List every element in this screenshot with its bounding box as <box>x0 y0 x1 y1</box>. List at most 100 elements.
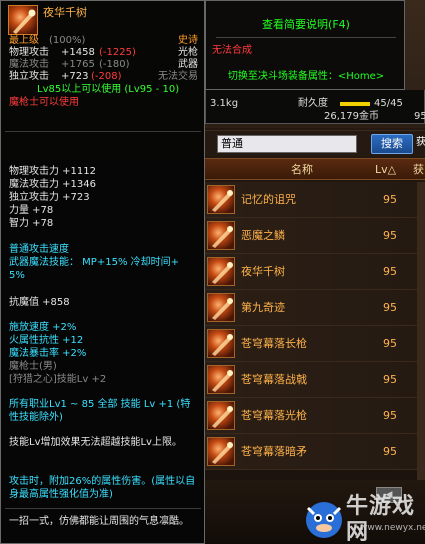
item-name: 苍穹幕落战戟 <box>241 373 307 386</box>
list-item[interactable]: 第九奇迹 95 <box>205 290 425 326</box>
durability-fill <box>340 102 370 106</box>
item-name: 苍穹幕落长枪 <box>241 337 307 350</box>
stat-line: 独立攻击力 +723 <box>9 192 90 203</box>
flavor-text: 一招一式，仿佛都能让周围的气息凛酷。 <box>9 516 189 527</box>
base-stat-label: 物理攻击 <box>9 47 49 58</box>
item-level: 95 <box>383 337 397 350</box>
tooltip-divider <box>5 508 201 509</box>
base-stat-value: +723 <box>61 71 89 82</box>
base-stat-label: 独立攻击 <box>9 71 49 82</box>
stat-line: 魔法攻击力 +1346 <box>9 179 97 190</box>
cow-logo-icon <box>306 502 342 538</box>
item-level: 95 <box>383 229 397 242</box>
list-item[interactable]: 苍穹幕落长枪 95 <box>205 326 425 362</box>
trade-status: 无法交易 <box>158 71 198 82</box>
column-name[interactable]: 名称 <box>291 164 313 176</box>
base-stat-delta: (-180) <box>99 59 130 70</box>
weapon-icon <box>207 365 235 394</box>
search-row: 普通 搜索 获 <box>205 130 425 156</box>
weapon-icon <box>207 293 235 322</box>
base-stat-delta: (-1225) <box>99 47 136 58</box>
item-level: 95 <box>383 193 397 206</box>
search-extra-label: 获 <box>416 137 425 148</box>
item-grade-pct: (100%) <box>49 35 86 46</box>
item-name: 恶魔之鳞 <box>241 229 285 242</box>
list-item[interactable]: 记忆的诅咒 95 <box>205 182 425 218</box>
item-rarity: 史诗 <box>178 35 198 46</box>
item-level: 95 <box>383 301 397 314</box>
durability-bar <box>340 102 370 106</box>
durability-value: 45/45 <box>374 98 403 109</box>
stat-line: 智力 +78 <box>9 218 54 229</box>
base-stat-label: 魔法攻击 <box>9 59 49 70</box>
info-panel: 查看简要说明(F4) 无法合成 切换至决斗场装备属性：<Home> 3.1kg … <box>205 0 425 124</box>
item-level: 95 <box>383 265 397 278</box>
item-name: 夜华千树 <box>241 265 285 278</box>
list-scrollbar[interactable] <box>417 182 425 482</box>
stat-line: 物理攻击力 +1112 <box>9 166 97 177</box>
attack-speed: 普通攻击速度 <box>9 244 69 255</box>
weapon-icon <box>207 185 235 214</box>
list-item[interactable]: 苍穹幕落暗矛 95 <box>205 434 425 470</box>
item-effect: 攻击时，附加26%的属性伤害。(属性以自身最高属性强化值为准) <box>9 476 196 500</box>
base-stat-delta: (-208) <box>91 71 122 82</box>
base-stat-value: +1765 <box>61 59 95 70</box>
stat-line: 力量 +78 <box>9 205 54 216</box>
all-skill-bonus: 所有职业Lv1 ~ 85 全部 技能 Lv +1 (特性技能除外) <box>9 399 191 423</box>
item-level: 95 <box>383 409 397 422</box>
switch-hint: 切换至决斗场装备属性：<Home> <box>227 71 385 82</box>
search-input[interactable]: 普通 <box>217 135 357 153</box>
item-category: 武器 <box>178 59 198 70</box>
tooltip-divider <box>5 131 201 132</box>
price-value: 26,179金币 <box>324 111 379 122</box>
watermark-text: 牛游戏网 <box>346 494 416 544</box>
list-item[interactable]: 苍穹幕落光枪 95 <box>205 398 425 434</box>
list-item[interactable]: 恶魔之鳞 95 <box>205 218 425 254</box>
item-grade: 最上级 <box>9 35 39 46</box>
bonus-line: 施放速度 +2% <box>9 322 77 333</box>
item-name: 苍穹幕落暗矛 <box>241 445 307 458</box>
item-list: 记忆的诅咒 95 恶魔之鳞 95 夜华千树 95 第九奇迹 95 苍穹幕落长枪 … <box>205 182 425 470</box>
list-item[interactable]: 苍穹幕落战戟 95 <box>205 362 425 398</box>
weapon-icon <box>207 437 235 466</box>
class-requirement: 魔枪士可以使用 <box>9 97 79 108</box>
info-divider <box>216 37 396 38</box>
info-bottom: 3.1kg 耐久度 45/45 26,179金币 95 <box>205 90 425 124</box>
no-synth-label: 无法合成 <box>212 45 252 56</box>
item-name: 记忆的诅咒 <box>241 193 296 206</box>
item-icon <box>8 5 38 35</box>
weapon-skill-cont: 5% <box>9 270 25 281</box>
help-hint: 查看简要说明(F4) <box>262 18 350 31</box>
item-level: 95 <box>383 373 397 386</box>
item-name: 苍穹幕落光枪 <box>241 409 307 422</box>
item-name: 夜华千树 <box>43 6 87 19</box>
price-extra: 95 <box>414 111 425 122</box>
item-name: 第九奇迹 <box>241 301 285 314</box>
bonus-line: 火属性抗性 +12 <box>9 335 84 346</box>
skill-note: 技能Lv增加效果无法超越技能Lv上限。 <box>9 437 182 448</box>
watermark-url: www.newyx.net <box>360 523 425 533</box>
weapon-skill: 武器魔法技能： MP+15% 冷却时间+ <box>9 257 179 268</box>
weight-value: 3.1kg <box>210 98 239 109</box>
info-top: 查看简要说明(F4) 无法合成 切换至决斗场装备属性：<Home> <box>205 0 405 90</box>
anti-magic: 抗魔值 +858 <box>9 297 70 308</box>
list-item[interactable]: 夜华千树 95 <box>205 254 425 290</box>
level-requirement: Lv85以上可以使用 (Lv95 - 10) <box>37 84 180 95</box>
bonus-skill: [狩猎之心]技能Lv +2 <box>9 374 107 385</box>
watermark: 牛游戏网 www.newyx.net <box>300 490 425 544</box>
weapon-icon <box>207 221 235 250</box>
search-button[interactable]: 搜索 <box>371 134 413 154</box>
weapon-type: 光枪 <box>178 47 198 58</box>
weapon-icon <box>207 329 235 358</box>
weapon-icon <box>207 401 235 430</box>
weapon-icon <box>207 257 235 286</box>
durability-label: 耐久度 <box>298 98 328 109</box>
bonus-class: 魔枪士(男) <box>9 361 57 372</box>
base-stat-value: +1458 <box>61 47 95 58</box>
column-header: 名称 Lv△ 获 <box>205 158 425 180</box>
bonus-line: 魔法暴击率 +2% <box>9 348 87 359</box>
column-extra[interactable]: 获 <box>413 164 424 176</box>
item-tooltip: 夜华千树 最上级 (100%) 史诗 物理攻击 +1458 (-1225) 光枪… <box>0 0 205 544</box>
item-level: 95 <box>383 445 397 458</box>
column-lv[interactable]: Lv△ <box>375 164 396 176</box>
